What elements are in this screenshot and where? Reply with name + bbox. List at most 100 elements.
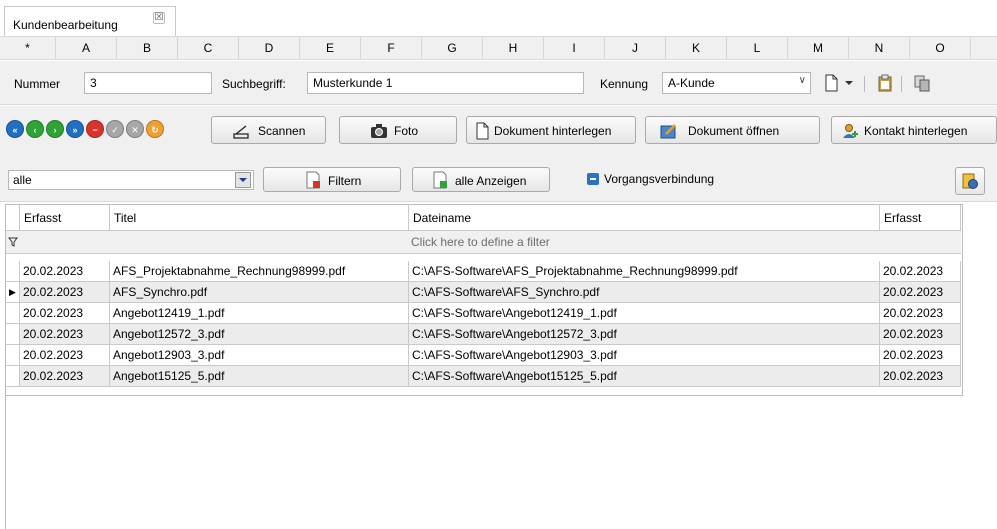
tab-kundenbearbeitung[interactable]: Kundenbearbeitung ☒ [4,6,176,36]
cell-titel[interactable]: Angebot12419_1.pdf [110,303,409,324]
chevron-down-icon: ∨ [798,75,806,86]
letter-filter-b[interactable]: B [117,37,178,59]
filter-icon [306,171,320,189]
cell-titel[interactable]: AFS_Projektabnahme_Rechnung98999.pdf [110,261,409,282]
table-row[interactable]: 20.02.2023 Angebot12572_3.pdf C:\AFS-Softw… [6,324,961,345]
letter-filter-i[interactable]: I [544,37,605,59]
delete-record-icon[interactable]: − [86,120,104,138]
cell-erfasst-2[interactable]: 20.02.2023 [880,345,961,366]
table-row[interactable]: 20.02.2023 Angebot15125_5.pdf C:\AFS-Softw… [6,366,961,387]
letter-filter-k[interactable]: K [666,37,727,59]
letter-filter-g[interactable]: G [422,37,483,59]
letter-filter-m[interactable]: M [788,37,849,59]
cell-titel[interactable]: Angebot15125_5.pdf [110,366,409,387]
row-indicator[interactable]: ▶ [6,282,20,303]
show-all-icon [433,171,447,189]
cell-dateiname[interactable]: C:\AFS-Software\Angebot12903_3.pdf [409,345,880,366]
filter-select[interactable]: alle [8,170,254,190]
row-indicator[interactable] [6,303,20,324]
document-grid-area: Erfasst Titel Dateiname Erfasst Click he… [5,204,997,529]
close-tab-icon[interactable]: ☒ [153,12,165,24]
grid-corner [6,205,20,231]
cell-titel[interactable]: AFS_Synchro.pdf [110,282,409,303]
cell-erfasst[interactable]: 20.02.2023 [20,366,110,387]
letter-filter-l[interactable]: L [727,37,788,59]
cell-erfasst-2[interactable]: 20.02.2023 [880,324,961,345]
dokument-oeffnen-label: Dokument öffnen [688,124,780,138]
filter-select-value: alle [13,173,32,187]
kennung-label: Kennung [600,77,649,91]
table-row[interactable]: 20.02.2023 Angebot12419_1.pdf C:\AFS-Softw… [6,303,961,324]
cell-dateiname[interactable]: C:\AFS-Software\Angebot12572_3.pdf [409,324,880,345]
cell-erfasst[interactable]: 20.02.2023 [20,324,110,345]
kennung-select[interactable]: A-Kunde ∨ [662,72,811,94]
kontakt-hinterlegen-button[interactable]: Kontakt hinterlegen [831,116,997,144]
column-header-erfasst-2[interactable]: Erfasst [880,205,961,231]
letter-index-bar: * A B C D E F G H I J K L M N O [0,36,997,60]
filter-row: alle Filtern alle Anzeigen Vorgangsverbi… [0,154,997,202]
clipboard-icon[interactable] [876,74,894,92]
kontakt-hinterlegen-label: Kontakt hinterlegen [864,124,968,138]
save-record-icon[interactable]: ✓ [106,120,124,138]
next-record-icon[interactable]: › [46,120,64,138]
foto-button[interactable]: Foto [339,116,457,144]
table-row[interactable]: ▶ 20.02.2023 AFS_Synchro.pdf C:\AFS-Softwar… [6,282,961,303]
camera-icon [371,124,387,138]
last-record-icon[interactable]: » [66,120,84,138]
kennung-value: A-Kunde [668,76,715,90]
vorgangsverbindung-checkbox[interactable] [587,173,599,185]
cell-erfasst-2[interactable]: 20.02.2023 [880,303,961,324]
cell-erfasst-2[interactable]: 20.02.2023 [880,282,961,303]
cell-erfasst[interactable]: 20.02.2023 [20,345,110,366]
previous-record-icon[interactable]: ‹ [26,120,44,138]
cell-dateiname[interactable]: C:\AFS-Software\Angebot12419_1.pdf [409,303,880,324]
table-row[interactable]: 20.02.2023 Angebot12903_3.pdf C:\AFS-Softw… [6,345,961,366]
scannen-button[interactable]: Scannen [211,116,326,144]
copy-icon[interactable] [913,74,931,92]
column-header-titel[interactable]: Titel [110,205,409,231]
suchbegriff-field[interactable]: Musterkunde 1 [307,72,584,94]
cell-dateiname[interactable]: C:\AFS-Software\AFS_Synchro.pdf [409,282,880,303]
column-header-erfasst[interactable]: Erfasst [20,205,110,231]
letter-filter-n[interactable]: N [849,37,910,59]
letter-filter-j[interactable]: J [605,37,666,59]
nummer-field[interactable]: 3 [84,72,212,94]
letter-filter-all[interactable]: * [0,37,56,59]
filtern-button[interactable]: Filtern [263,167,401,192]
cell-erfasst[interactable]: 20.02.2023 [20,261,110,282]
document-icon [476,122,489,140]
letter-filter-f[interactable]: F [361,37,422,59]
letter-filter-c[interactable]: C [178,37,239,59]
open-document-icon [660,124,676,139]
filter-row-bar[interactable]: Click here to define a filter [6,231,961,254]
letter-filter-e[interactable]: E [300,37,361,59]
dokument-hinterlegen-button[interactable]: Dokument hinterlegen [466,116,636,144]
row-indicator[interactable] [6,261,20,282]
cell-dateiname[interactable]: C:\AFS-Software\Angebot15125_5.pdf [409,366,880,387]
cell-titel[interactable]: Angebot12903_3.pdf [110,345,409,366]
row-indicator[interactable] [6,345,20,366]
cell-erfasst-2[interactable]: 20.02.2023 [880,366,961,387]
letter-filter-d[interactable]: D [239,37,300,59]
alle-anzeigen-button[interactable]: alle Anzeigen [412,167,550,192]
cell-dateiname[interactable]: C:\AFS-Software\AFS_Projektabnahme_Rechn… [409,261,880,282]
letter-filter-a[interactable]: A [56,37,117,59]
cell-erfasst[interactable]: 20.02.2023 [20,282,110,303]
column-header-dateiname[interactable]: Dateiname [409,205,880,231]
refresh-record-icon[interactable]: ↻ [146,120,164,138]
letter-filter-h[interactable]: H [483,37,544,59]
cancel-record-icon[interactable]: ✕ [126,120,144,138]
cell-erfasst[interactable]: 20.02.2023 [20,303,110,324]
row-indicator[interactable] [6,324,20,345]
dropdown-arrow-icon[interactable] [844,74,854,92]
row-indicator[interactable] [6,366,20,387]
dropdown-button[interactable] [235,172,251,188]
cell-erfasst-2[interactable]: 20.02.2023 [880,261,961,282]
dokument-oeffnen-button[interactable]: Dokument öffnen [645,116,820,144]
new-document-icon[interactable] [822,74,840,92]
first-record-icon[interactable]: « [6,120,24,138]
letter-filter-o[interactable]: O [910,37,971,59]
cell-titel[interactable]: Angebot12572_3.pdf [110,324,409,345]
table-row[interactable]: 20.02.2023 AFS_Projektabnahme_Rechnung989… [6,261,961,282]
settings-button[interactable] [955,167,985,195]
